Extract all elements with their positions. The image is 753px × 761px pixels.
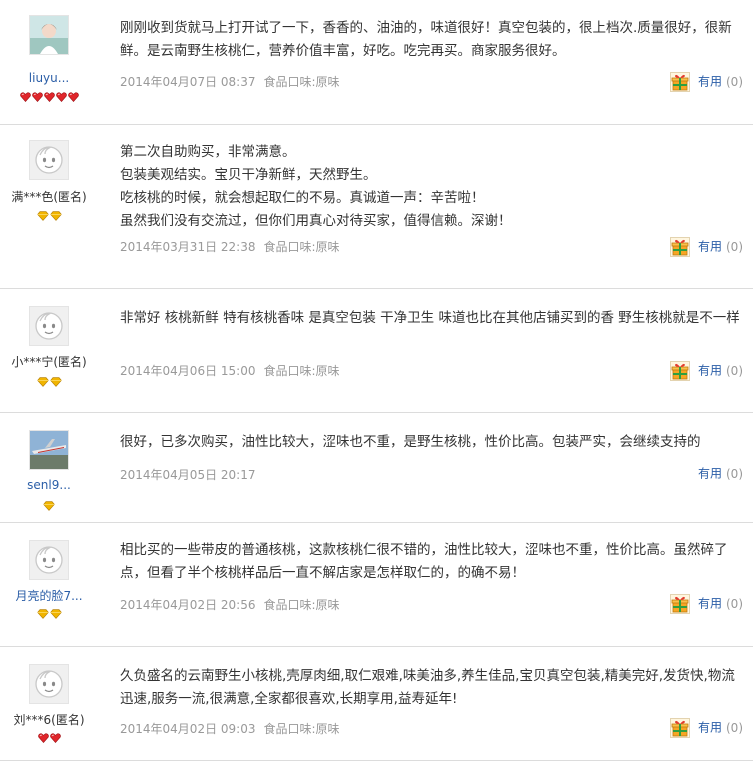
- useful-count: (0): [726, 466, 743, 481]
- review-date: 2014年04月06日 15:00: [120, 364, 256, 378]
- review-item: senl9... 很好，已多次购买，油性比较大，涩味也不重，是野生核桃，性价比高。…: [0, 412, 753, 523]
- red-heart-icon: [37, 728, 49, 747]
- reviewer-name[interactable]: liuyu...: [0, 71, 98, 85]
- reviewer-rank-badge: [0, 206, 98, 221]
- red-heart-icon: [31, 87, 43, 106]
- useful-count: (0): [726, 720, 743, 735]
- review-text: 很好，已多次购买，油性比较大，涩味也不重，是野生核桃，性价比高。包装严实，会继续…: [120, 434, 701, 450]
- yellow-diamond-icon: [43, 496, 55, 515]
- useful-count: (0): [726, 239, 743, 254]
- gift-icon[interactable]: [669, 236, 690, 257]
- review-item: 刘***6(匿名) 久负盛名的云南野生小核桃,壳厚肉细,取仁艰难,味美油多,养生佳…: [0, 646, 753, 761]
- review-meta: 2014年04月06日 15:00 食品口味:原味: [120, 362, 340, 379]
- review-meta: 2014年04月02日 20:56 食品口味:原味: [120, 596, 340, 613]
- sku-attribute: 食品口味:原味: [263, 722, 340, 736]
- red-heart-icon: [55, 87, 67, 106]
- review-text: 相比买的一些带皮的普通核桃，这款核桃仁很不错的，油性比较大，涩味也不重，性价比高…: [120, 542, 728, 581]
- red-heart-icon: [49, 728, 61, 747]
- reviewer-name: 满***色(匿名): [11, 190, 87, 204]
- yellow-diamond-icon: [36, 372, 49, 391]
- review-meta: 2014年04月02日 09:03 食品口味:原味: [120, 720, 340, 737]
- review-date: 2014年03月31日 22:38: [120, 240, 256, 254]
- useful-vote: 有用 (0): [669, 70, 743, 92]
- yellow-diamond-icon: [49, 372, 62, 391]
- gift-icon[interactable]: [669, 71, 690, 92]
- reviewer-name[interactable]: senl9...: [0, 478, 98, 492]
- avatar[interactable]: [29, 15, 69, 55]
- red-heart-icon: [19, 87, 31, 106]
- sku-attribute: 食品口味:原味: [263, 240, 340, 254]
- review-item: 小***宁(匿名) 非常好 核桃新鲜 特有核桃香味 是真空包装 干净卫生 味道也比…: [0, 288, 753, 413]
- useful-button[interactable]: 有用: [698, 75, 722, 89]
- reviewer-name: 刘***6(匿名): [13, 713, 85, 727]
- yellow-diamond-icon: [36, 206, 49, 225]
- reviewer-name[interactable]: 月亮的脸7...: [0, 587, 98, 604]
- review-date: 2014年04月07日 08:37: [120, 75, 256, 89]
- review-date: 2014年04月02日 20:56: [120, 598, 256, 612]
- red-heart-icon: [43, 87, 55, 106]
- avatar[interactable]: [29, 540, 69, 580]
- useful-button[interactable]: 有用: [698, 240, 722, 254]
- review-date: 2014年04月05日 20:17: [120, 468, 256, 482]
- review-meta: 2014年04月05日 20:17: [120, 466, 255, 483]
- avatar[interactable]: [29, 664, 69, 704]
- avatar[interactable]: [29, 140, 69, 180]
- red-heart-icon: [67, 87, 79, 106]
- review-text: 久负盛名的云南野生小核桃,壳厚肉细,取仁艰难,味美油多,养生佳品,宝贝真空包装,…: [120, 668, 735, 707]
- review-date: 2014年04月02日 09:03: [120, 722, 256, 736]
- useful-vote: 有用 (0): [698, 462, 743, 484]
- useful-count: (0): [726, 596, 743, 611]
- useful-count: (0): [726, 363, 743, 378]
- reviewer-rank-badge: [0, 728, 98, 743]
- useful-button[interactable]: 有用: [698, 721, 722, 735]
- reviewer-rank-badge: [0, 496, 98, 511]
- sku-attribute: 食品口味:原味: [263, 598, 340, 612]
- review-text: 非常好 核桃新鲜 特有核桃香味 是真空包装 干净卫生 味道也比在其他店铺买到的香…: [120, 310, 740, 326]
- useful-button[interactable]: 有用: [698, 597, 722, 611]
- gift-icon[interactable]: [669, 593, 690, 614]
- gift-icon[interactable]: [669, 360, 690, 381]
- yellow-diamond-icon: [49, 206, 62, 225]
- reviewer-rank-badge: [0, 372, 98, 387]
- useful-button[interactable]: 有用: [698, 364, 722, 378]
- review-item: 满***色(匿名) 第二次自助购买，非常满意。 包装美观结实。宝贝干净新鲜，天然野…: [0, 124, 753, 289]
- useful-vote: 有用 (0): [669, 359, 743, 381]
- useful-button[interactable]: 有用: [698, 467, 722, 481]
- avatar[interactable]: [29, 430, 69, 470]
- useful-vote: 有用 (0): [669, 235, 743, 257]
- review-text: 第二次自助购买，非常满意。 包装美观结实。宝贝干净新鲜，天然野生。 吃核桃的时候…: [120, 144, 512, 229]
- useful-count: (0): [726, 74, 743, 89]
- sku-attribute: 食品口味:原味: [263, 75, 340, 89]
- avatar[interactable]: [29, 306, 69, 346]
- gift-icon[interactable]: [669, 717, 690, 738]
- reviewer-rank-badge: [0, 87, 98, 102]
- yellow-diamond-icon: [36, 604, 49, 623]
- yellow-diamond-icon: [49, 604, 62, 623]
- review-item: liuyu... 刚刚收到货就马上打开试了一下，香香的、油油的，味道很好！真空包装…: [0, 0, 753, 125]
- useful-vote: 有用 (0): [669, 592, 743, 614]
- review-text: 刚刚收到货就马上打开试了一下，香香的、油油的，味道很好！真空包装的，很上档次.质…: [120, 20, 732, 59]
- review-item: 月亮的脸7... 相比买的一些带皮的普通核桃，这款核桃仁很不错的，油性比较大，涩味…: [0, 522, 753, 647]
- useful-vote: 有用 (0): [669, 716, 743, 738]
- review-meta: 2014年03月31日 22:38 食品口味:原味: [120, 238, 340, 255]
- reviewer-rank-badge: [0, 604, 98, 619]
- sku-attribute: 食品口味:原味: [263, 364, 340, 378]
- review-meta: 2014年04月07日 08:37 食品口味:原味: [120, 73, 340, 90]
- reviewer-name: 小***宁(匿名): [11, 355, 87, 369]
